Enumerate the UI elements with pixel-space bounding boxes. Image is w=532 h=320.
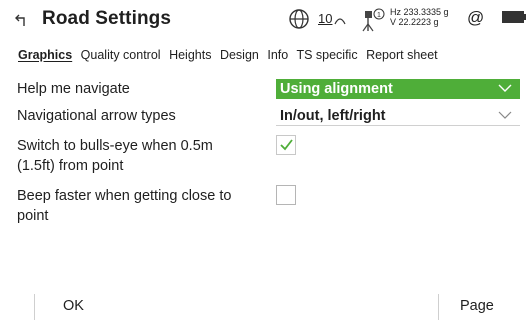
beep-checkbox[interactable] xyxy=(276,185,296,205)
satellite-count[interactable]: 10 xyxy=(318,11,332,26)
battery-icon[interactable] xyxy=(498,9,532,31)
prism-icon[interactable]: 1 xyxy=(360,6,386,32)
at-icon[interactable]: @ xyxy=(467,8,484,28)
svg-text:1: 1 xyxy=(377,12,381,19)
help-navigate-select[interactable]: Using alignment xyxy=(276,79,520,99)
bullseye-label-line1: Switch to bulls-eye when 0.5m xyxy=(17,138,213,154)
help-navigate-label: Help me navigate xyxy=(17,81,130,97)
beep-label: Beep faster when getting close to point xyxy=(17,186,231,226)
ok-button[interactable]: OK xyxy=(63,294,84,318)
globe-icon[interactable] xyxy=(288,8,310,30)
bullseye-checkbox[interactable] xyxy=(276,135,296,155)
arrow-types-value: In/out, left/right xyxy=(280,108,386,124)
chevron-down-icon xyxy=(498,84,512,92)
hz-angle: Hz 233.3335 g xyxy=(390,7,449,17)
tab-design[interactable]: Design xyxy=(220,48,259,62)
tab-report-sheet[interactable]: Report sheet xyxy=(366,48,438,62)
beep-label-line1: Beep faster when getting close to xyxy=(17,188,232,204)
softkey-divider xyxy=(34,294,35,320)
arrow-types-label: Navigational arrow types xyxy=(17,108,176,124)
tab-quality-control[interactable]: Quality control xyxy=(81,48,161,62)
title-bar: Road Settings 10 1 Hz 233.3335 g V 22.22… xyxy=(0,0,532,40)
tab-graphics[interactable]: Graphics xyxy=(18,48,72,62)
back-arrow-icon[interactable] xyxy=(14,12,30,28)
beep-label-line2: point xyxy=(17,208,49,224)
tab-info[interactable]: Info xyxy=(267,48,288,62)
v-angle: V 22.2223 g xyxy=(390,17,439,27)
bullseye-label-line2: (1.5ft) from point xyxy=(17,158,124,174)
angle-readout: Hz 233.3335 g V 22.2223 g xyxy=(390,7,449,27)
tab-ts-specific[interactable]: TS specific xyxy=(296,48,357,62)
arrow-types-select[interactable]: In/out, left/right xyxy=(276,106,520,126)
tab-heights[interactable]: Heights xyxy=(169,48,211,62)
satellite-icon xyxy=(334,18,346,25)
help-navigate-value: Using alignment xyxy=(280,81,393,97)
chevron-down-icon xyxy=(498,111,512,119)
page-button[interactable]: Page xyxy=(460,294,494,318)
softkey-divider xyxy=(438,294,439,320)
checkmark-icon xyxy=(280,139,293,151)
tab-bar: Graphics Quality control Heights Design … xyxy=(18,48,443,62)
page-title: Road Settings xyxy=(42,8,172,29)
bullseye-label: Switch to bulls-eye when 0.5m (1.5ft) fr… xyxy=(17,136,213,176)
